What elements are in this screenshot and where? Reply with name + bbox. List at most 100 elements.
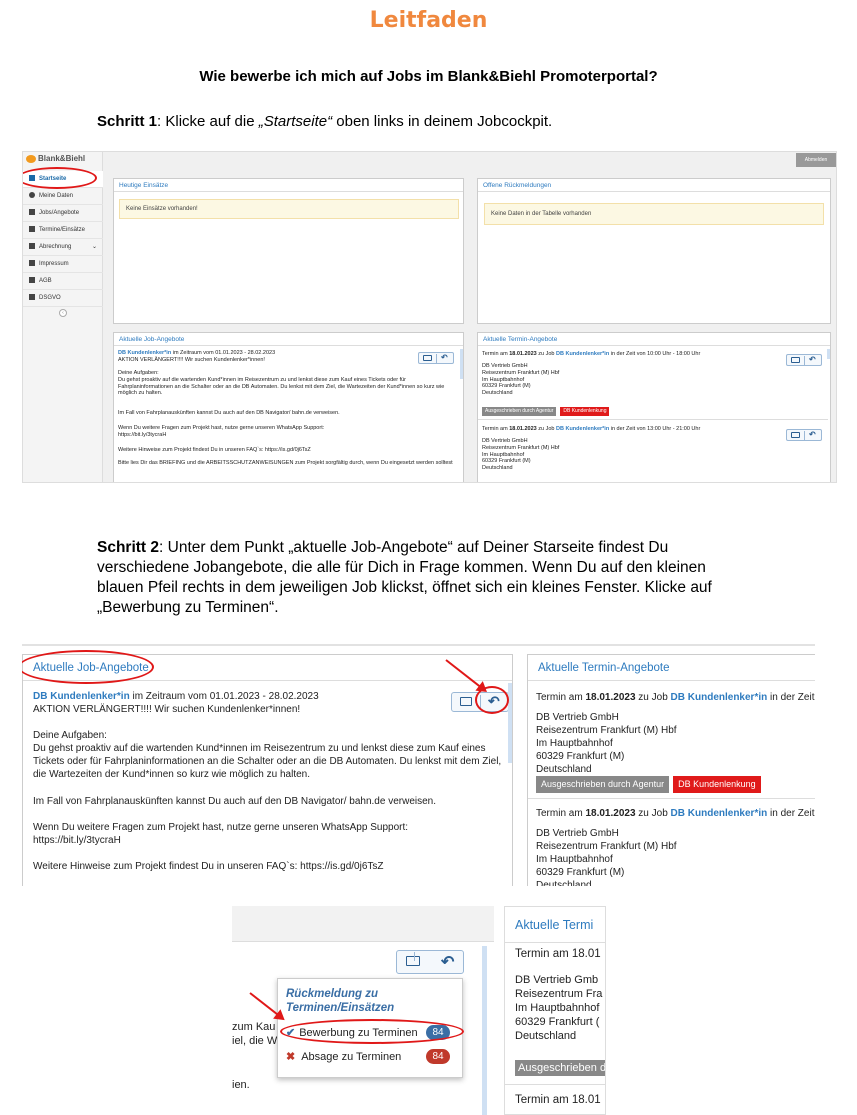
reply-arrow-icon[interactable]: ↶ [809, 355, 816, 364]
panel-title: Aktuelle Job-Angebote [114, 333, 463, 346]
sitemap-icon [29, 209, 35, 216]
job-text: Im Fall von Fahrplanauskünften kannst Du… [118, 410, 340, 416]
job-text-line: Deine Aufgaben: [33, 730, 107, 741]
job-text: AKTION VERLÄNGERT!!!! Wir suchen Kundenl… [33, 704, 301, 715]
sidebar-item-agb[interactable]: AGB [23, 273, 103, 290]
termin-heading: Termin am 18.01.2023 zu Job DB Kundenlen… [482, 426, 782, 433]
menu-item-cancel[interactable]: ✖ Absage zu Terminen 84 [286, 1049, 456, 1065]
termin-heading: Termin am 18.01.2023 zu Job DB Kundenlen… [482, 351, 782, 358]
divider [478, 419, 828, 420]
job-text-line: https://bit.ly/3tycraH [118, 431, 167, 438]
background-text-line: zum Kau [232, 1021, 276, 1033]
job-link[interactable]: DB Kundenlenker*in [671, 692, 768, 703]
address-line: Im Hauptbahnhof [482, 376, 525, 383]
sidebar-item-abrechnung[interactable]: Abrechnung ⌄ [23, 239, 103, 256]
panel-title: Offene Rückmeldungen [478, 179, 830, 192]
job-actions: ↶ [418, 352, 454, 364]
logo-icon [26, 154, 36, 163]
termin-text: Termin am [536, 692, 586, 703]
close-icon: ✖ [286, 1051, 296, 1063]
job-link[interactable]: DB Kundenlenker*in [556, 426, 609, 432]
status-badge: Ausgeschrieben d [515, 1060, 605, 1076]
termin-tags: Ausgeschrieben durch Agentur DB Kundenlen… [482, 407, 732, 416]
status-badge: Ausgeschrieben durch Agentur [482, 407, 557, 416]
job-period: im Zeitraum vom 01.01.2023 - 28.02.2023 [129, 691, 319, 702]
monitor-icon[interactable] [791, 357, 800, 363]
status-badge: DB Kundenlenkung [673, 776, 761, 793]
monitor-icon[interactable] [406, 956, 420, 966]
termin-date: 18.01.2023 [585, 692, 636, 703]
step1-emphasis: „Startseite“ [258, 113, 333, 130]
address-line: DB Vertrieb GmbH [536, 828, 619, 839]
reply-arrow-icon[interactable]: ↶ [809, 430, 816, 439]
monitor-icon[interactable] [460, 697, 472, 706]
termin-text: zu Job [635, 808, 671, 819]
scrollbar[interactable] [460, 349, 463, 379]
step2-text: Schritt 2: Unter dem Punkt „aktuelle Job… [97, 538, 747, 618]
job-period: im Zeitraum vom 01.01.2023 - 28.02.2023 [171, 350, 276, 356]
termin-address: DB Vertrieb GmbH Reisezentrum Frankfurt (… [482, 363, 682, 397]
termin-text: Termin am [482, 351, 510, 357]
monitor-icon[interactable] [423, 355, 432, 361]
scrollbar[interactable] [508, 683, 512, 763]
termin-panel-crop: Aktuelle Termi Termin am 18.01 DB Vertri… [504, 906, 606, 1115]
brand-logo: Blank&Biehl [26, 154, 85, 163]
job-text: Bitte lies Dir das BRIEFING und die ARBE… [118, 460, 453, 466]
panel-job-offers: Aktuelle Job-Angebote DB Kundenlenker*in… [113, 332, 464, 482]
monitor-icon[interactable] [791, 432, 800, 438]
job-link[interactable]: DB Kundenlenker*in [118, 350, 171, 356]
termin-heading: Termin am 18.01.2023 zu Job DB Kundenlen… [536, 807, 815, 820]
job-heading: DB Kundenlenker*in im Zeitraum vom 01.01… [118, 350, 418, 357]
sidebar-item-impressum[interactable]: Impressum [23, 256, 103, 273]
step2-body: : Unter dem Punkt „aktuelle Job-Angebote… [97, 539, 712, 616]
sidebar-item-label: Termine/Einsätze [39, 227, 86, 233]
money-icon [29, 243, 35, 250]
address-line: Reisezentrum Frankfurt (M) Hbf [482, 369, 560, 376]
step2-label: Schritt 2 [97, 539, 160, 556]
address-line: Deutschland [515, 1030, 577, 1042]
job-link[interactable]: DB Kundenlenker*in [671, 808, 768, 819]
step1-label: Schritt 1 [97, 113, 158, 130]
address-line: Reisezentrum Frankfurt (M) Hbf [536, 725, 677, 736]
job-text: Deine Aufgaben: Du gehst proaktiv auf die… [118, 370, 448, 397]
termin-text: in der Zeit von 10:00 Uhr - 18:00 Uhr [609, 351, 701, 357]
logo-text: Blank&Biehl [38, 154, 86, 163]
sidebar-item-jobs[interactable]: Jobs/Angebote [23, 205, 103, 222]
address-line: DB Vertrieb Gmb [515, 974, 599, 986]
scrollbar[interactable] [827, 349, 830, 359]
job-text: Deine Aufgaben: Du gehst proaktiv auf die… [33, 729, 503, 781]
termin-actions: ↶ [786, 429, 822, 441]
termin-actions: ↶ [786, 354, 822, 366]
job-text: Wenn Du weitere Fragen zum Projekt hast,… [118, 425, 448, 439]
termin-date: 18.01.2023 [509, 351, 537, 357]
reply-arrow-icon[interactable]: ↶ [441, 353, 448, 362]
address-line: DB Vertrieb GmbH [482, 438, 528, 444]
sidebar-item-meine-daten[interactable]: Meine Daten [23, 188, 103, 205]
address-line: 60329 Frankfurt ( [515, 1016, 600, 1028]
address-line: Deutschland [482, 465, 513, 472]
job-link[interactable]: DB Kundenlenker*in [556, 351, 609, 357]
termin-date: 18.01.2023 [585, 808, 636, 819]
address-line: 60329 Frankfurt (M) [482, 458, 531, 465]
termin-text: in der Zeit von 13:00 Uh [770, 808, 815, 819]
panel-title: Aktuelle Termi [505, 907, 605, 943]
sidebar-collapse-button[interactable]: ‹ [59, 309, 67, 317]
reply-arrow-icon[interactable]: ↶ [441, 952, 454, 972]
scrollbar[interactable] [482, 946, 487, 1115]
step1-text-a: : Klicke auf die [157, 113, 259, 130]
termin-heading: Termin am 18.01 [515, 1094, 601, 1106]
address-line: 60329 Frankfurt (M) [536, 751, 625, 762]
logout-button[interactable]: Abmelden [796, 153, 836, 167]
step1-text-b: oben links in deinem Jobcockpit. [332, 113, 553, 130]
sidebar-item-termine[interactable]: Termine/Einsätze [23, 222, 103, 239]
termin-text: in der Zeit von 13:00 Uhr - 21:00 Uhr [609, 426, 701, 432]
sidebar-item-label: Impressum [39, 261, 69, 267]
screenshot-dashboard: Blank&Biehl Startseite Meine Daten Jobs/… [22, 151, 837, 483]
sidebar-item-label: DSGVO [39, 295, 61, 301]
sidebar-item-dsgvo[interactable]: DSGVO [23, 290, 103, 307]
user-icon [29, 192, 35, 199]
divider [505, 1084, 605, 1085]
address-line: Deutschland [536, 764, 592, 775]
panel-title: Aktuelle Termin-Angebote [528, 655, 815, 681]
job-link[interactable]: DB Kundenlenker*in [33, 691, 130, 702]
